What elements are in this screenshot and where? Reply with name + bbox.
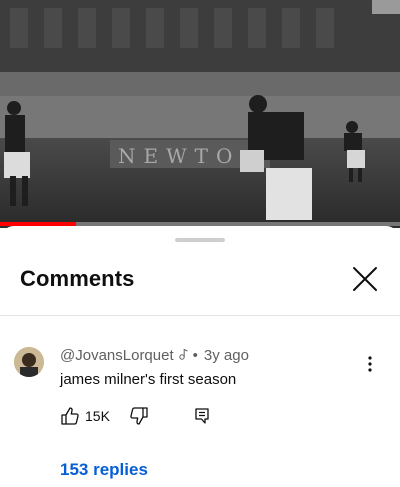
reply-comment-icon	[195, 408, 209, 424]
avatar-image	[14, 347, 44, 377]
music-note-icon	[178, 347, 189, 364]
banner-text: NEWTO	[118, 144, 240, 168]
reply-button[interactable]	[190, 404, 214, 428]
divider	[0, 315, 400, 316]
like-button[interactable]: 15K	[60, 404, 110, 428]
thumbs-up-icon	[61, 407, 79, 425]
close-button[interactable]	[348, 262, 382, 296]
thumbs-down-icon	[130, 407, 148, 425]
like-count: 15K	[85, 408, 110, 424]
more-options-button[interactable]	[360, 351, 380, 377]
separator-dot: •	[192, 347, 198, 364]
dislike-button[interactable]	[127, 404, 151, 428]
video-frame: NEWTO	[0, 0, 400, 222]
comment-header: @JovansLorquet • 3y ago	[60, 347, 249, 364]
comment-actions: 15K	[60, 404, 260, 428]
more-vertical-icon	[368, 356, 372, 372]
comment-text: james milner's first season	[60, 371, 237, 388]
comments-title: Comments	[20, 266, 135, 291]
drag-handle[interactable]	[175, 238, 225, 242]
view-replies-link[interactable]: 153 replies	[60, 460, 148, 480]
comment-author[interactable]: @JovansLorquet	[60, 347, 174, 364]
close-icon	[353, 267, 377, 291]
comments-sheet: Comments @JovansLorquet • 3y ago james m…	[0, 226, 400, 487]
video-player[interactable]: NEWTO	[0, 0, 400, 228]
avatar[interactable]	[14, 347, 44, 377]
comment-age: 3y ago	[203, 347, 249, 364]
